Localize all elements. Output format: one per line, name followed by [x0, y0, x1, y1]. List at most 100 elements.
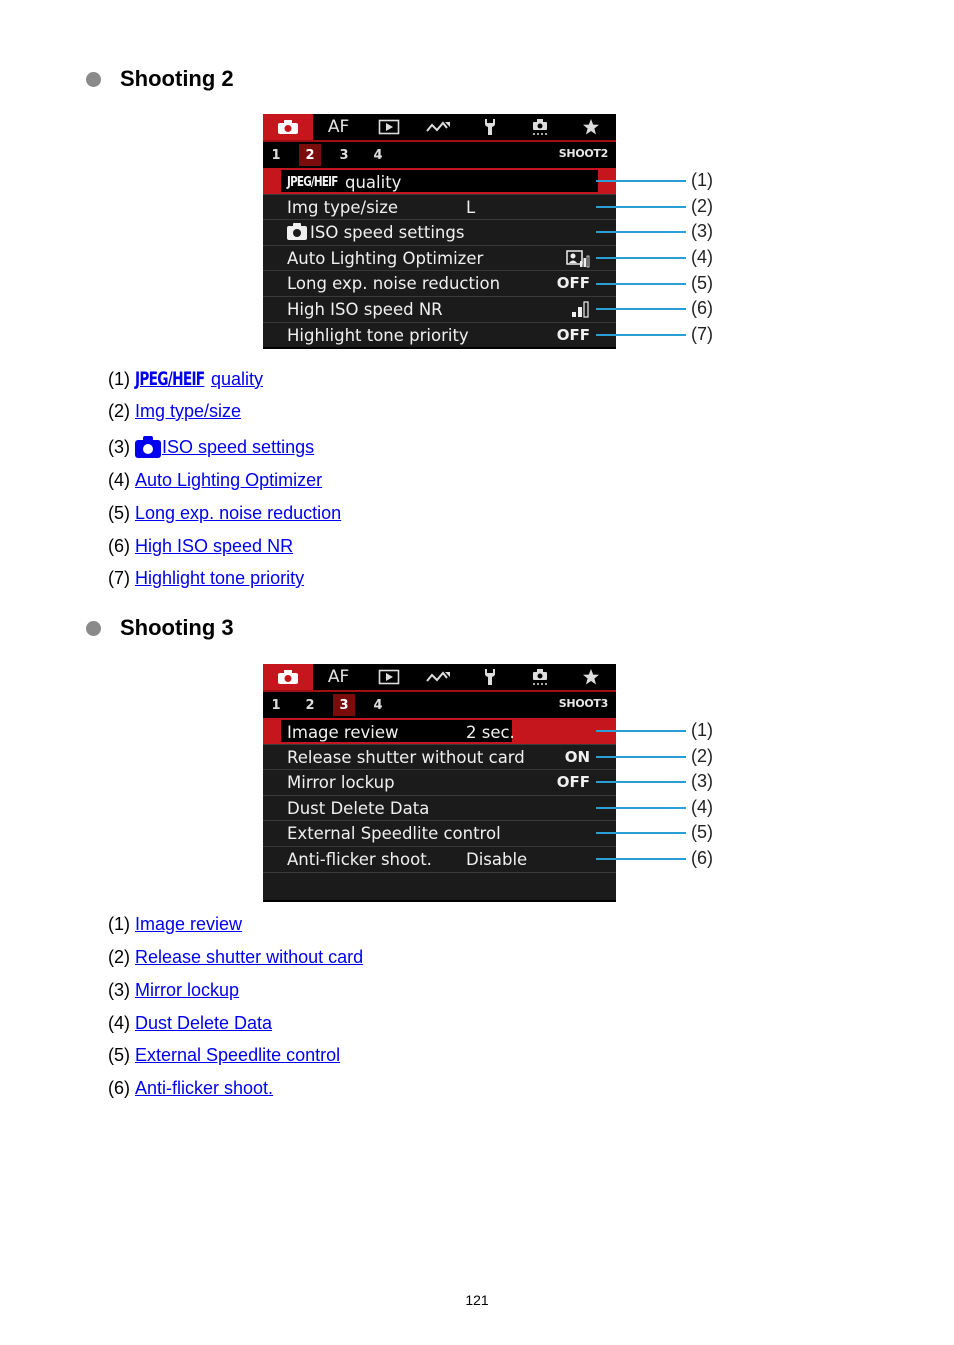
ref-number: (6): [108, 1078, 130, 1098]
callout-line: [596, 334, 686, 336]
subtab-4[interactable]: 4: [367, 694, 389, 716]
tab-setup[interactable]: [465, 664, 515, 690]
menu-row-value: 2 sec.: [466, 723, 515, 742]
callout-line: [596, 832, 686, 834]
ref-link-img-type-size[interactable]: Img type/size: [135, 401, 241, 422]
menu-row-long-exp-noise-reduction[interactable]: Long exp. noise reduction OFF: [263, 270, 616, 296]
menu-row-img-type-size[interactable]: Img type/size L: [263, 193, 616, 220]
callout-line: [596, 257, 686, 259]
callout-line: [596, 730, 686, 732]
camera-icon: [287, 222, 307, 240]
tab-af[interactable]: AF: [313, 664, 363, 690]
menu-row-mirror-lockup[interactable]: Mirror lockup OFF: [263, 769, 616, 795]
menu-row-release-shutter-without-card[interactable]: Release shutter without card ON: [263, 743, 616, 770]
callout-line: [596, 858, 686, 860]
ref-link-jpeg-heif-quality[interactable]: JPEG/HEIF quality: [135, 368, 263, 390]
tab-shooting[interactable]: [263, 664, 314, 690]
menu-row-label: Dust Delete Data: [287, 798, 430, 818]
ref-link-long-exp-noise-reduction[interactable]: Long exp. noise reduction: [135, 503, 341, 524]
ref-link-dust-delete-data[interactable]: Dust Delete Data: [135, 1013, 272, 1034]
callout-label: (2): [691, 746, 713, 766]
list-item: (4) Dust Delete Data: [108, 1013, 272, 1034]
tab-my-menu[interactable]: [565, 664, 615, 690]
callout-label: (6): [691, 848, 713, 868]
camera-icon: [278, 120, 299, 134]
subtab-3[interactable]: 3: [333, 144, 355, 166]
bullet-icon: [86, 71, 101, 87]
ref-link-text: quality: [211, 368, 264, 389]
subtab-3[interactable]: 3: [333, 694, 355, 716]
list-item: (1) Image review: [108, 914, 242, 935]
menu-subtabs: 1 2 3 4 SHOOT3: [263, 692, 616, 718]
menu-row-high-iso-speed-nr[interactable]: High ISO speed NR: [263, 295, 616, 322]
camera-menu-screen-shoot2: AF 1 2 3 4 SHOOT2 JPEG/HEIF quality Img t…: [263, 114, 616, 350]
ref-link-anti-flicker-shoot[interactable]: Anti-flicker shoot.: [135, 1078, 273, 1099]
menu-row-image-review[interactable]: Image review 2 sec.: [263, 718, 616, 744]
ref-link-auto-lighting-optimizer[interactable]: Auto Lighting Optimizer: [135, 470, 322, 491]
menu-row-auto-lighting-optimizer[interactable]: Auto Lighting Optimizer: [263, 244, 616, 271]
tab-shooting[interactable]: [263, 114, 314, 140]
section-title: Shooting 2: [120, 66, 234, 91]
menu-row-iso-speed-settings[interactable]: ISO speed settings: [263, 219, 616, 245]
subtab-1[interactable]: 1: [265, 694, 287, 716]
callout-label: (5): [691, 273, 713, 293]
list-item: (5) External Speedlite control: [108, 1045, 340, 1066]
ref-link-iso-speed-settings[interactable]: ISO speed settings: [135, 435, 314, 458]
ref-number: (4): [108, 470, 130, 490]
callout-line: [596, 756, 686, 758]
menu-row-label: ISO speed settings: [310, 223, 465, 243]
tab-setup[interactable]: [465, 114, 515, 140]
playback-icon: [378, 669, 400, 685]
ref-number: (2): [108, 401, 130, 421]
ref-link-image-review[interactable]: Image review: [135, 914, 242, 935]
tab-my-menu[interactable]: [565, 114, 615, 140]
ref-link-high-iso-speed-nr[interactable]: High ISO speed NR: [135, 536, 293, 557]
callout-label: (1): [691, 720, 713, 740]
callout-label: (1): [691, 170, 713, 190]
tab-custom-functions[interactable]: [515, 114, 565, 140]
tab-af[interactable]: AF: [313, 114, 363, 140]
menu-tab-bar: AF: [263, 114, 616, 142]
list-item: (7) Highlight tone priority: [108, 568, 304, 589]
tab-wireless[interactable]: [414, 664, 464, 690]
callout-line: [596, 781, 686, 783]
list-item: (4) Auto Lighting Optimizer: [108, 470, 322, 491]
subtab-2[interactable]: 2: [299, 144, 321, 166]
section-title: Shooting 3: [120, 615, 234, 640]
menu-row-dust-delete-data[interactable]: Dust Delete Data: [263, 794, 616, 821]
callout-label: (7): [691, 324, 713, 344]
custom-functions-icon: [533, 119, 548, 135]
menu-row-value: Disable: [466, 849, 528, 869]
custom-functions-icon: [533, 669, 548, 685]
callout-line: [596, 231, 686, 233]
screen-id: SHOOT3: [558, 697, 609, 710]
ref-number: (3): [108, 980, 130, 1000]
menu-row-label: High ISO speed NR: [287, 299, 443, 319]
ref-link-external-speedlite-control[interactable]: External Speedlite control: [135, 1045, 340, 1066]
list-item: (6) High ISO speed NR: [108, 536, 293, 557]
menu-row-highlight-tone-priority[interactable]: Highlight tone priority OFF: [263, 321, 616, 350]
tab-playback[interactable]: [364, 664, 414, 690]
star-icon: [582, 119, 599, 135]
tab-custom-functions[interactable]: [515, 664, 565, 690]
playback-icon: [378, 119, 400, 135]
menu-row-label: Release shutter without card: [287, 747, 525, 767]
menu-row-jpeg-heif-quality[interactable]: JPEG/HEIF quality: [263, 168, 616, 194]
callout-line: [596, 206, 686, 208]
ref-link-highlight-tone-priority[interactable]: Highlight tone priority: [135, 568, 304, 589]
menu-row-label: Mirror lockup: [287, 773, 395, 793]
menu-row-anti-flicker-shoot[interactable]: Anti-flicker shoot. Disable: [263, 845, 616, 872]
menu-row-label: Img type/size: [287, 197, 399, 217]
subtab-1[interactable]: 1: [265, 144, 287, 166]
subtab-2[interactable]: 2: [299, 694, 321, 716]
menu-row-external-speedlite-control[interactable]: External Speedlite control: [263, 820, 616, 846]
menu-row-label: Image review: [287, 723, 399, 742]
jpeg-heif-badge: JPEG/HEIF: [287, 175, 338, 190]
menu-row-label: Anti-flicker shoot.: [287, 849, 432, 869]
menu-row-label: Long exp. noise reduction: [287, 274, 501, 294]
tab-playback[interactable]: [364, 114, 414, 140]
ref-link-mirror-lockup[interactable]: Mirror lockup: [135, 980, 239, 1001]
subtab-4[interactable]: 4: [367, 144, 389, 166]
tab-wireless[interactable]: [414, 114, 464, 140]
ref-link-release-shutter-without-card[interactable]: Release shutter without card: [135, 947, 363, 968]
